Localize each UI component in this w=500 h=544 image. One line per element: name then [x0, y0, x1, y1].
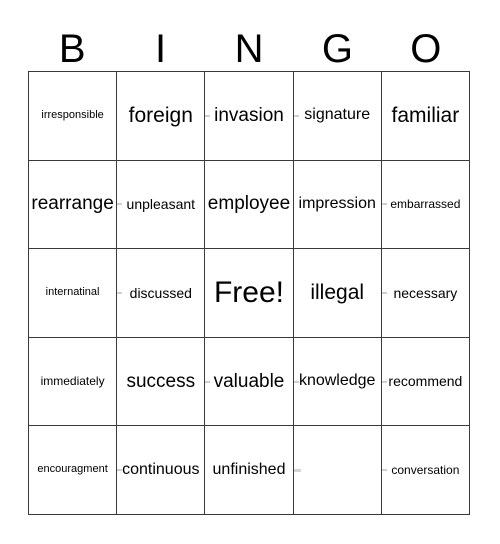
bingo-cell[interactable]: recommend	[381, 337, 470, 427]
bingo-cell[interactable]: impression	[293, 160, 382, 250]
bingo-cell-label: familiar	[391, 103, 460, 127]
header-letter-n: N	[234, 27, 264, 71]
bingo-free-space[interactable]: Free!	[205, 249, 294, 338]
bingo-cell-label: unfinished	[212, 460, 286, 478]
bingo-cell-empty[interactable]	[293, 426, 382, 515]
bingo-cell[interactable]: necessary	[381, 249, 470, 338]
header-letter-o: O	[410, 27, 442, 71]
bingo-cell[interactable]: familiar	[381, 72, 470, 161]
bingo-cell[interactable]: employee	[205, 160, 294, 250]
header-letter-i: I	[155, 27, 167, 71]
bingo-cell[interactable]: internatinal	[29, 249, 118, 338]
bingo-cell[interactable]: illegal	[293, 249, 382, 338]
bingo-cell[interactable]: conversation	[381, 426, 470, 515]
bingo-cell[interactable]: unfinished	[205, 426, 294, 515]
header-letter-g: G	[321, 27, 353, 71]
bingo-cell-label: continuous	[122, 460, 200, 478]
bingo-cell-label: necessary	[393, 284, 458, 301]
bingo-cell-label: signature	[304, 106, 371, 124]
bingo-cell-label: success	[126, 370, 196, 392]
bingo-cell-label: foreign	[128, 103, 193, 127]
bingo-cell[interactable]: discussed	[117, 249, 206, 338]
bingo-cell-label: employee	[207, 193, 291, 215]
bingo-cell[interactable]: valuable	[205, 337, 294, 427]
bingo-cell[interactable]: immediately	[29, 337, 118, 427]
bingo-cell[interactable]: success	[117, 337, 206, 427]
bingo-cell[interactable]: knowledge	[293, 337, 382, 427]
bingo-cell-label: impression	[298, 194, 376, 212]
bingo-cell-label: knowledge	[298, 372, 376, 390]
bingo-cell[interactable]: continuous	[117, 426, 206, 515]
bingo-cell-label: internatinal	[45, 286, 100, 299]
bingo-cell[interactable]: encouragment	[29, 426, 118, 515]
bingo-cell[interactable]: rearrange	[29, 160, 118, 250]
bingo-cell[interactable]: foreign	[117, 72, 206, 161]
bingo-cell[interactable]: embarrassed	[381, 160, 470, 250]
bingo-cell-label: conversation	[391, 462, 460, 477]
bingo-cell-label: discussed	[129, 284, 192, 301]
bingo-cell-label: irresponsible	[41, 109, 104, 122]
bingo-grid: irresponsible foreign invasion signature fam…	[28, 71, 470, 515]
bingo-cell[interactable]: signature	[293, 72, 382, 161]
bingo-header: B I N G O	[28, 16, 470, 71]
bingo-cell[interactable]: unpleasant	[117, 160, 206, 250]
bingo-cell-label: recommend	[388, 373, 463, 390]
bingo-cell[interactable]: invasion	[205, 72, 294, 161]
bingo-cell-label: immediately	[40, 374, 105, 389]
bingo-cell-label: unpleasant	[126, 196, 196, 213]
bingo-cell[interactable]: irresponsible	[29, 72, 118, 161]
bingo-card: B I N G O irresponsible foreign invasion si…	[0, 0, 500, 544]
bingo-cell-label: rearrange	[31, 193, 114, 215]
bingo-cell-label: encouragment	[37, 463, 108, 476]
bingo-cell-label: Free!	[213, 276, 284, 310]
bingo-cell-label: embarrassed	[390, 197, 461, 212]
header-letter-b: B	[58, 27, 86, 71]
bingo-cell-label: illegal	[310, 280, 365, 304]
bingo-cell-label: valuable	[213, 370, 285, 392]
bingo-cell-label: invasion	[214, 104, 284, 126]
